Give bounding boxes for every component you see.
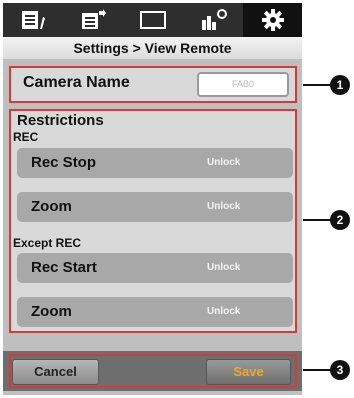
gear-icon: [261, 9, 284, 31]
camera-settings-icon: [202, 9, 227, 30]
callout-badge-3: 3: [330, 360, 350, 380]
cancel-button[interactable]: Cancel: [12, 359, 99, 385]
callout-badge-1: 1: [330, 75, 350, 95]
restriction-state: Unlock: [207, 262, 241, 273]
camera-name-label: Camera Name: [23, 74, 130, 91]
tab-list-edit[interactable]: [3, 3, 63, 37]
save-button[interactable]: Save: [206, 359, 291, 385]
camera-name-field[interactable]: FAB0: [197, 72, 289, 97]
tab-bar: [3, 3, 302, 37]
restriction-name: Rec Stop: [31, 154, 97, 171]
restriction-state: Unlock: [207, 201, 241, 212]
callout-line-1: [303, 84, 333, 86]
restriction-name: Zoom: [31, 303, 72, 320]
app-screen: Settings > View Remote Camera Name FAB0 …: [3, 3, 302, 395]
callout-line-3: [303, 369, 333, 371]
rec-zoom-button[interactable]: Zoom Unlock: [17, 192, 293, 222]
tab-viewfinder[interactable]: [123, 3, 183, 37]
clip-list-icon: [82, 9, 106, 29]
list-edit-icon: [22, 11, 45, 29]
restriction-state: Unlock: [207, 157, 241, 168]
camera-name-row: Camera Name FAB0: [9, 66, 297, 103]
restriction-state: Unlock: [207, 306, 241, 317]
tab-camera-settings[interactable]: [183, 3, 243, 37]
group-label-except-rec: Except REC: [13, 236, 82, 250]
callout-line-2: [303, 219, 333, 221]
rec-stop-button[interactable]: Rec Stop Unlock: [17, 148, 293, 178]
except-rec-zoom-button[interactable]: Zoom Unlock: [17, 297, 293, 327]
tab-settings[interactable]: [243, 3, 302, 37]
group-label-rec: REC: [13, 130, 39, 144]
breadcrumb: Settings > View Remote: [3, 37, 302, 59]
tab-clip-list[interactable]: [63, 3, 123, 37]
rec-start-button[interactable]: Rec Start Unlock: [17, 253, 293, 283]
callout-badge-2: 2: [330, 210, 350, 230]
restriction-name: Rec Start: [31, 259, 97, 276]
restrictions-panel: Restrictions REC Rec Stop Unlock Zoom Un…: [9, 109, 297, 333]
viewfinder-icon: [140, 11, 166, 29]
restrictions-title: Restrictions: [17, 112, 104, 129]
restriction-name: Zoom: [31, 198, 72, 215]
